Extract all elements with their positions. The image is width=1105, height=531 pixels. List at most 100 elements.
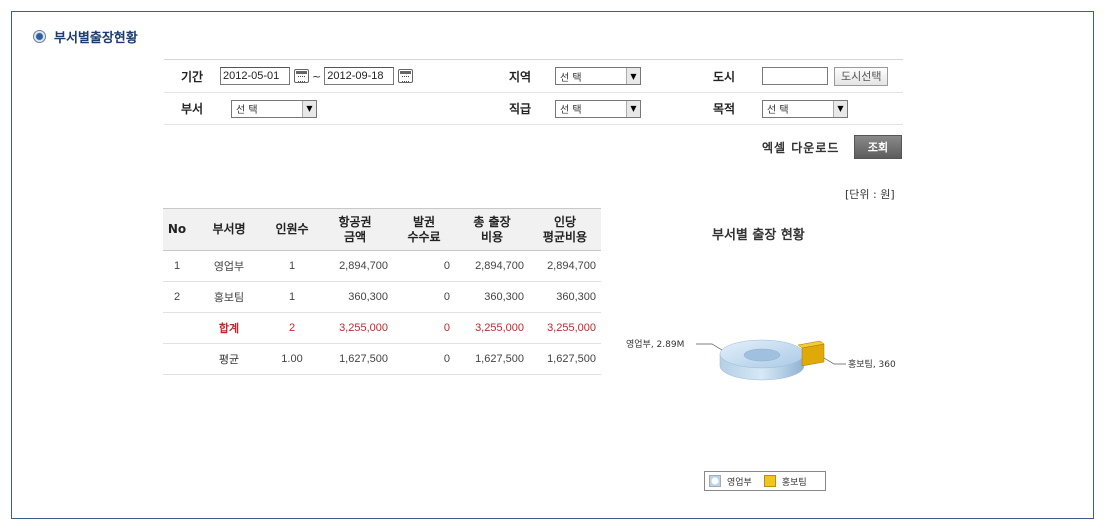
dropdown-arrow-icon: ▼: [626, 100, 640, 117]
cell-airfare: 3,255,000: [317, 312, 393, 344]
dept-label: 부서: [180, 102, 204, 116]
dept-cell: 선 택 ▼: [220, 99, 500, 118]
cell-average-label: 평균: [191, 343, 267, 375]
purpose-select-value: 선 택: [767, 105, 789, 116]
calendar-icon[interactable]: [398, 69, 414, 83]
col-header-headcount: 인원수: [267, 208, 317, 251]
leader-line: [696, 343, 723, 351]
col-header-total-line1: 총 출장: [473, 214, 511, 229]
table-row: 2 홍보팀 1 360,300 0 360,300 360,300: [163, 281, 601, 313]
cell-total-label: 합계: [191, 312, 267, 344]
cell-airfare: 1,627,500: [317, 343, 393, 375]
cell-headcount: 1.00: [267, 343, 317, 375]
region-cell: 선 택 ▼: [540, 67, 704, 85]
chart-data-label: 홍보팀, 360: [848, 358, 896, 370]
cell-airfare: 2,894,700: [317, 250, 393, 282]
cell-headcount: 1: [267, 250, 317, 282]
pie-hole: [743, 348, 781, 362]
period-label: 기간: [180, 69, 204, 84]
chart-title: 부서별 출장 현황: [712, 228, 805, 243]
col-header-airfare-line2: 금액: [343, 229, 367, 244]
cell-airfare: 360,300: [317, 281, 393, 313]
cell-fee: 0: [393, 343, 455, 375]
excel-download-link[interactable]: 엑셀 다운로드: [762, 139, 839, 156]
dept-select-value: 선 택: [236, 105, 258, 116]
col-header-dept: 부서명: [191, 208, 267, 251]
region-select[interactable]: 선 택 ▼: [555, 67, 641, 85]
city-input[interactable]: [762, 67, 828, 85]
city-cell: 도시선택: [744, 66, 889, 86]
search-button[interactable]: 조회: [854, 135, 902, 159]
col-header-avg-line2: 평균비용: [542, 229, 588, 244]
calendar-icon[interactable]: [294, 69, 309, 83]
col-header-no: No: [163, 208, 191, 251]
col-header-airfare-line1: 항공권: [338, 214, 372, 229]
chart-legend: 영업부 홍보팀: [704, 471, 826, 491]
cell-empty: [163, 343, 191, 375]
purpose-cell: 선 택 ▼: [744, 99, 848, 118]
col-header-avg-line1: 인당: [553, 214, 577, 229]
cell-avg: 360,300: [529, 281, 601, 313]
table-average-row: 평균 1.00 1,627,500 0 1,627,500 1,627,500: [163, 343, 601, 375]
table-header-row: No 부서명 인원수 항공권 금액 발권 수수료 총 출장 비용 인당 평균비용: [163, 208, 601, 251]
table-row: 1 영업부 1 2,894,700 0 2,894,700 2,894,700: [163, 250, 601, 282]
bullet-radio-icon: [33, 30, 46, 43]
date-to-input[interactable]: 2012-09-18: [324, 67, 395, 85]
dropdown-arrow-icon: ▼: [833, 100, 847, 117]
rank-select[interactable]: 선 택 ▼: [555, 99, 641, 118]
leader-line: [823, 357, 846, 365]
pie-chart: 영업부, 2.89M 홍보팀, 360: [626, 339, 896, 381]
cell-fee: 0: [393, 281, 455, 313]
cell-total: 3,255,000: [455, 312, 529, 344]
rank-select-value: 선 택: [560, 105, 582, 116]
region-label: 지역: [508, 69, 532, 84]
filter-panel: 기간 2012-05-01 ~ 2012-09-18 지역 선 택 ▼ 도시 도…: [164, 59, 903, 125]
filter-row-2: 부서 선 택 ▼ 직급 선 택 ▼ 목적 선 택 ▼: [164, 93, 903, 125]
col-header-total: 총 출장 비용: [455, 208, 529, 251]
cell-headcount: 1: [267, 281, 317, 313]
cell-avg: 1,627,500: [529, 343, 601, 375]
cell-total: 1,627,500: [455, 343, 529, 375]
filter-row-1: 기간 2012-05-01 ~ 2012-09-18 지역 선 택 ▼ 도시 도…: [164, 60, 903, 93]
col-header-avg: 인당 평균비용: [529, 208, 601, 251]
dropdown-arrow-icon: ▼: [626, 68, 640, 84]
date-separator: ~: [312, 69, 322, 83]
cell-no: 2: [163, 281, 191, 313]
purpose-label: 목적: [712, 102, 736, 116]
section-header: 부서별출장현황: [33, 27, 138, 46]
cell-fee: 0: [393, 312, 455, 344]
cell-total: 2,894,700: [455, 250, 529, 282]
rank-label: 직급: [508, 102, 532, 116]
cell-avg: 2,894,700: [529, 250, 601, 282]
region-select-value: 선 택: [560, 72, 582, 84]
dropdown-arrow-icon: ▼: [302, 100, 316, 117]
dept-trip-table: No 부서명 인원수 항공권 금액 발권 수수료 총 출장 비용 인당 평균비용 1 영…: [163, 208, 601, 375]
dept-select[interactable]: 선 택 ▼: [231, 99, 317, 118]
city-label: 도시: [712, 69, 736, 84]
period-cell: 2012-05-01 ~ 2012-09-18: [220, 67, 500, 85]
section-title: 부서별출장현황: [54, 31, 138, 46]
legend-swatch-sales: [709, 475, 721, 487]
col-header-fee-line2: 수수료: [407, 229, 441, 244]
cell-empty: [163, 312, 191, 344]
table-total-row: 합계 2 3,255,000 0 3,255,000 3,255,000: [163, 312, 601, 344]
unit-note: [단위 : 원]: [845, 188, 895, 201]
col-header-total-line2: 비용: [480, 229, 504, 244]
legend-label-sales: 영업부: [727, 477, 752, 488]
cell-dept: 홍보팀: [191, 281, 267, 313]
col-header-fee-line1: 발권: [412, 214, 436, 229]
chart-data-label: 영업부, 2.89M: [626, 339, 684, 350]
cell-fee: 0: [393, 250, 455, 282]
legend-label-pr: 홍보팀: [781, 477, 807, 488]
col-header-airfare: 항공권 금액: [317, 208, 393, 251]
cell-headcount: 2: [267, 312, 317, 344]
city-select-button[interactable]: 도시선택: [834, 66, 889, 86]
purpose-select[interactable]: 선 택 ▼: [762, 99, 848, 118]
cell-avg: 3,255,000: [529, 312, 601, 344]
rank-cell: 선 택 ▼: [540, 99, 704, 118]
col-header-fee: 발권 수수료: [393, 208, 455, 251]
cell-no: 1: [163, 250, 191, 282]
legend-swatch-pr: [763, 475, 776, 487]
date-from-input[interactable]: 2012-05-01: [220, 67, 290, 85]
cell-total: 360,300: [455, 281, 529, 313]
